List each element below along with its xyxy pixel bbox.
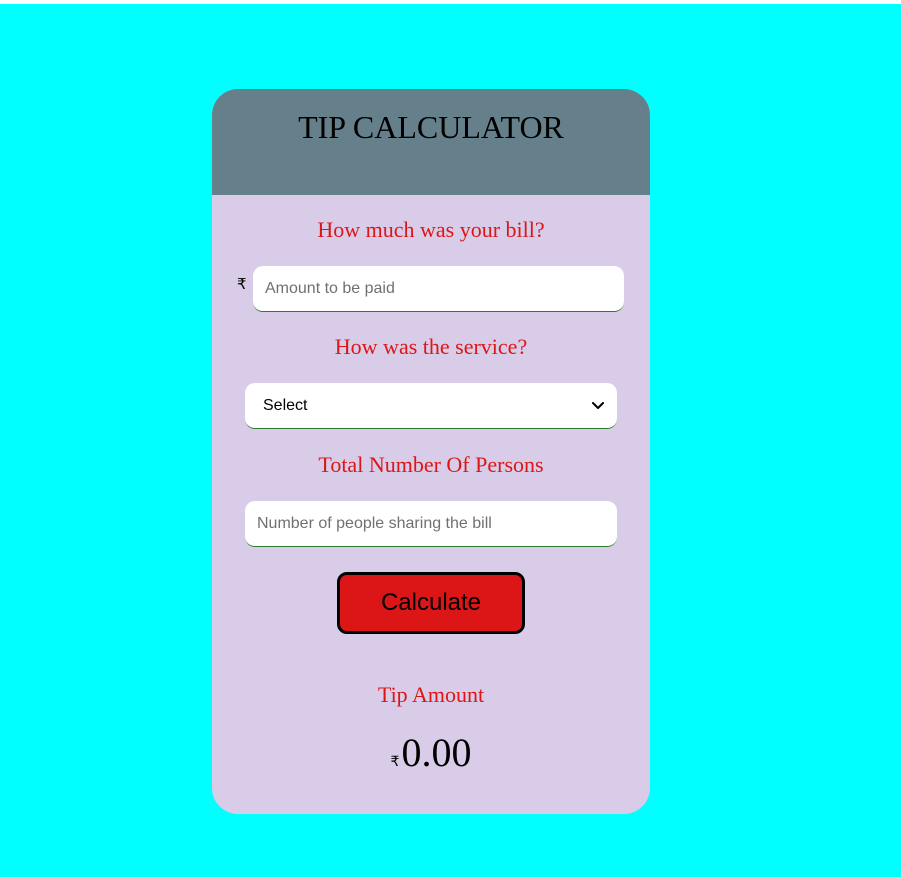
card-header: TIP CALCULATOR: [212, 89, 650, 195]
calculate-button[interactable]: Calculate: [337, 572, 525, 634]
persons-label: Total Number Of Persons: [318, 452, 544, 477]
tip-amount-value: 0.00: [401, 730, 472, 775]
service-label: How was the service?: [334, 334, 528, 359]
page-title: TIP CALCULATOR: [298, 109, 564, 145]
bill-label: How much was your bill?: [317, 217, 545, 242]
page-background: TIP CALCULATOR How much was your bill? ₹…: [0, 4, 901, 877]
tip-amount-label: Tip Amount: [377, 682, 485, 707]
tip-amount-result: ₹0.00: [212, 729, 650, 777]
tip-calculator-card: TIP CALCULATOR How much was your bill? ₹…: [212, 89, 650, 814]
tip-currency-symbol: ₹: [390, 754, 400, 770]
bill-currency-symbol: ₹: [237, 275, 247, 293]
persons-count-input[interactable]: [245, 501, 617, 547]
service-select[interactable]: Select: [245, 383, 617, 429]
service-selected-value: Select: [263, 396, 308, 414]
bill-amount-input[interactable]: [253, 266, 624, 312]
chevron-down-icon: [591, 399, 605, 413]
